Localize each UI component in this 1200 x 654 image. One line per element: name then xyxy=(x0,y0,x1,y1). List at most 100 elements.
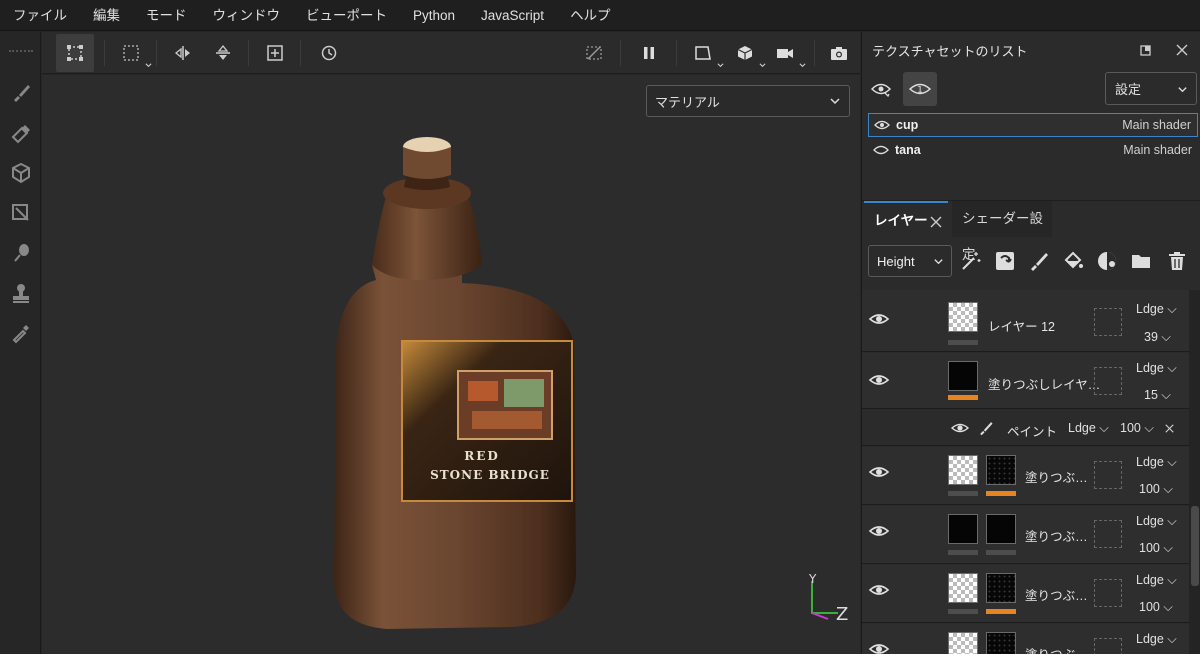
mask-slot[interactable] xyxy=(1094,308,1122,336)
view-2d-button[interactable] xyxy=(684,34,724,72)
selection-mode-button[interactable] xyxy=(112,34,152,72)
hide-unselected-button[interactable] xyxy=(575,34,613,72)
transform-tool-button[interactable] xyxy=(56,34,94,72)
eye-icon[interactable] xyxy=(868,371,890,389)
add-smart-material-button[interactable] xyxy=(992,248,1018,274)
reset-camera-button[interactable] xyxy=(310,34,348,72)
camera-button[interactable] xyxy=(766,34,806,72)
texture-set-settings-select[interactable]: 設定 xyxy=(1105,72,1197,105)
paint-brush-tool[interactable] xyxy=(8,80,34,106)
blend-mode[interactable]: Ldge ⌵ xyxy=(1136,632,1177,647)
layer-name[interactable]: レイヤー 12 xyxy=(988,316,1055,335)
blend-mode[interactable]: Ldge ⌵ xyxy=(1136,361,1177,376)
mask-slot[interactable] xyxy=(1094,520,1122,548)
close-icon[interactable] xyxy=(1165,424,1174,433)
opacity[interactable]: 15 ⌵ xyxy=(1144,388,1171,403)
add-fill-layer-button[interactable] xyxy=(1060,248,1086,274)
material-mode-select[interactable]: マテリアル xyxy=(646,85,850,117)
mask-slot[interactable] xyxy=(1094,579,1122,607)
menu-mode[interactable]: モード xyxy=(133,0,200,31)
layer-name[interactable]: 塗りつぶしレイヤ… xyxy=(988,374,1100,393)
add-folder-button[interactable] xyxy=(1128,248,1154,274)
opacity[interactable]: 100 ⌵ xyxy=(1139,541,1173,556)
layer-name[interactable]: 塗りつぶ… xyxy=(1025,644,1088,654)
blend-mode[interactable]: Ldge ⌵ xyxy=(1136,514,1177,529)
layer-name[interactable]: 塗りつぶ… xyxy=(1025,526,1088,545)
eye-icon[interactable] xyxy=(868,581,890,599)
screenshot-button[interactable] xyxy=(820,34,858,72)
projection-tool[interactable] xyxy=(8,160,34,186)
menu-file[interactable]: ファイル xyxy=(0,0,80,31)
3d-viewport[interactable]: RED STONE BRIDGE マテリアル Y Z xyxy=(42,75,860,654)
eye-icon[interactable] xyxy=(868,463,890,481)
menu-javascript[interactable]: JavaScript xyxy=(468,0,557,31)
symmetry-x-button[interactable] xyxy=(164,34,202,72)
solo-mode-button[interactable]: 1 xyxy=(903,72,937,106)
layer-scrollbar[interactable] xyxy=(1189,290,1200,654)
opacity[interactable]: 100 ⌵ xyxy=(1139,600,1173,615)
texture-set-shader[interactable]: Main shader xyxy=(1123,143,1192,157)
symmetry-y-button[interactable] xyxy=(204,34,242,72)
close-icon[interactable] xyxy=(930,216,942,228)
clone-tool[interactable] xyxy=(8,280,34,306)
layer-row[interactable]: 塗りつぶ… Ldge ⌵ 100 ⌵ xyxy=(862,506,1189,564)
view-3d-button[interactable] xyxy=(726,34,766,72)
frame-selection-button[interactable] xyxy=(256,34,294,72)
eye-icon[interactable] xyxy=(868,640,890,654)
layer-row[interactable]: 塗りつぶしレイヤ… Ldge ⌵ 15 ⌵ xyxy=(862,353,1189,409)
pause-render-button[interactable] xyxy=(630,34,668,72)
layer-name[interactable]: 塗りつぶ… xyxy=(1025,467,1088,486)
tab-shader-settings[interactable]: シェーダー設定 xyxy=(952,201,1052,262)
blend-mode[interactable]: Ldge ⌵ xyxy=(1136,302,1177,317)
mask-indicator xyxy=(986,491,1016,496)
channel-select[interactable]: Height xyxy=(868,245,952,277)
texture-set-shader[interactable]: Main shader xyxy=(1122,118,1191,132)
layer-row[interactable]: 塗りつぶ… Ldge ⌵ 100 ⌵ xyxy=(862,447,1189,505)
smudge-tool[interactable] xyxy=(8,240,34,266)
menu-python[interactable]: Python xyxy=(400,0,468,31)
layer-thumbnail xyxy=(948,632,978,654)
toolbar-grip[interactable] xyxy=(9,50,33,54)
blend-mode[interactable]: Ldge ⌵ xyxy=(1136,573,1177,588)
mask-slot[interactable] xyxy=(1094,461,1122,489)
layer-row[interactable]: 塗りつぶ… Ldge ⌵ 100 ⌵ xyxy=(862,565,1189,623)
eye-closed-icon[interactable] xyxy=(873,144,889,156)
eye-icon[interactable] xyxy=(868,522,890,540)
menu-help[interactable]: ヘルプ xyxy=(557,0,624,31)
eraser-tool[interactable] xyxy=(8,120,34,146)
color-picker-tool[interactable] xyxy=(8,320,34,346)
dock-icon[interactable] xyxy=(1140,45,1151,56)
effect-blend-mode[interactable]: Ldge ⌵ xyxy=(1068,421,1109,436)
visibility-toggle-button[interactable] xyxy=(864,72,898,106)
scrollbar-thumb[interactable] xyxy=(1191,506,1199,586)
texture-set-row[interactable]: cup Main shader xyxy=(868,113,1198,137)
layer-name[interactable]: 塗りつぶ… xyxy=(1025,585,1088,604)
mask-slot[interactable] xyxy=(1094,367,1122,395)
opacity[interactable]: 39 ⌵ xyxy=(1144,330,1171,345)
mask-slot[interactable] xyxy=(1094,638,1122,654)
menu-edit[interactable]: 編集 xyxy=(80,0,133,31)
layer-row[interactable]: 塗りつぶ… Ldge ⌵ xyxy=(862,624,1189,654)
mask-thumbnail xyxy=(986,455,1016,485)
eye-icon[interactable] xyxy=(950,420,970,436)
opacity[interactable]: 100 ⌵ xyxy=(1139,482,1173,497)
close-icon[interactable] xyxy=(1176,44,1188,56)
tab-layers[interactable]: レイヤー xyxy=(864,201,948,237)
mask-thumbnail xyxy=(986,632,1016,654)
layer-tabs: レイヤー シェーダー設定 xyxy=(862,200,1200,262)
delete-layer-button[interactable] xyxy=(1164,248,1190,274)
add-mask-button[interactable] xyxy=(1094,248,1120,274)
texture-set-row[interactable]: tana Main shader xyxy=(868,138,1198,162)
polygon-fill-tool[interactable] xyxy=(8,200,34,226)
visibility-off-icon xyxy=(586,46,602,60)
blend-mode[interactable]: Ldge ⌵ xyxy=(1136,455,1177,470)
add-effect-button[interactable] xyxy=(958,248,984,274)
add-paint-layer-button[interactable] xyxy=(1026,248,1052,274)
effect-opacity[interactable]: 100 ⌵ xyxy=(1120,421,1154,436)
eye-icon[interactable] xyxy=(868,310,890,328)
paint-effect-row[interactable]: ペイント Ldge ⌵ 100 ⌵ xyxy=(862,410,1189,446)
eye-icon[interactable] xyxy=(874,119,890,131)
menu-viewport[interactable]: ビューポート xyxy=(293,0,400,31)
menu-window[interactable]: ウィンドウ xyxy=(200,0,294,31)
layer-row[interactable]: レイヤー 12 Ldge ⌵ 39 ⌵ xyxy=(862,290,1189,352)
